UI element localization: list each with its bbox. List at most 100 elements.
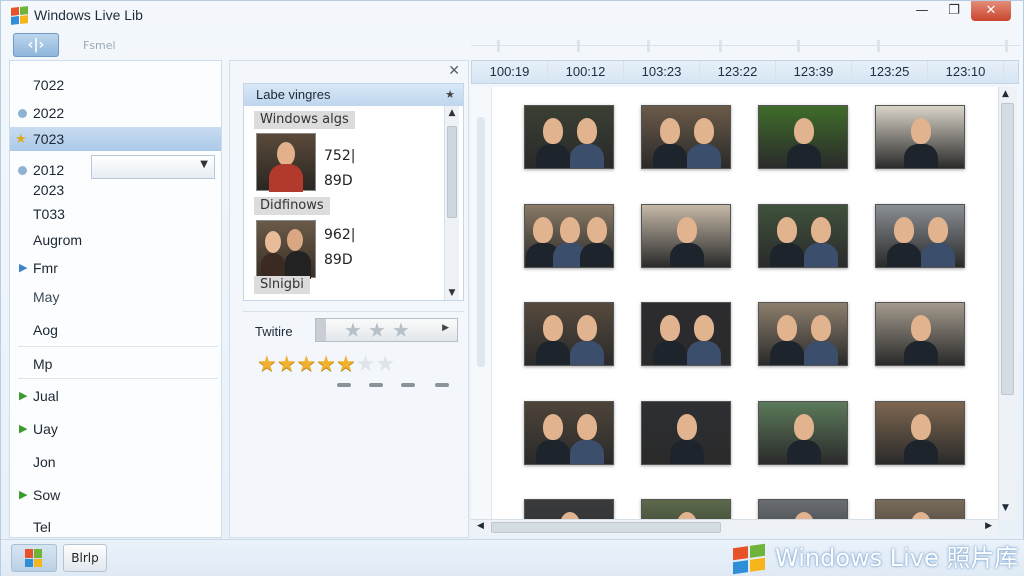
photo-thumbnail[interactable]	[524, 204, 614, 268]
photo-grid-hscrollbar[interactable]: ◀ ▶	[471, 519, 998, 535]
photo-thumbnail[interactable]	[641, 302, 731, 366]
group-label[interactable]: Slnigbi	[254, 276, 310, 294]
nav-dropdown[interactable]: ▼	[91, 155, 215, 179]
scroll-up-icon[interactable]: ▲	[1002, 89, 1009, 99]
nav-item[interactable]: Tel	[10, 515, 221, 537]
star-icon[interactable]: ★	[344, 319, 362, 341]
star-rating[interactable]: ★★★★★★★	[257, 352, 395, 377]
back-forward-button[interactable]: ‹|›	[13, 33, 59, 57]
nav-item-selected[interactable]: ★ 7023	[10, 127, 221, 151]
photo-thumbnail[interactable]	[641, 204, 731, 268]
photo-thumbnail[interactable]	[256, 220, 316, 279]
date-column[interactable]: 123:39	[776, 61, 852, 83]
star-icon[interactable]: ★	[277, 352, 297, 377]
star-icon[interactable]: ★	[368, 319, 386, 341]
date-column[interactable]: 123:22	[700, 61, 776, 83]
scroll-thumb[interactable]	[447, 126, 457, 218]
photo-grid-vscrollbar[interactable]: ▲ ▼	[998, 87, 1017, 519]
nav-item[interactable]: ▶ Sow	[10, 483, 221, 507]
photo-thumbnail[interactable]	[641, 105, 731, 169]
group-label[interactable]: Didfinows	[254, 197, 330, 215]
photo-thumbnail[interactable]	[524, 105, 614, 169]
scroll-right-icon[interactable]: ▶	[985, 521, 992, 531]
nav-item[interactable]: May	[10, 285, 221, 309]
star-icon[interactable]: ★	[392, 319, 410, 341]
photo-thumbnail[interactable]	[758, 204, 848, 268]
date-column[interactable]: 123:10	[928, 61, 1004, 83]
photo-thumbnail[interactable]	[524, 401, 614, 465]
arrow-right-icon[interactable]: ▶	[442, 323, 449, 333]
minus-icon[interactable]	[435, 383, 449, 387]
star-icon[interactable]: ★	[316, 352, 336, 377]
photo-thumbnail[interactable]	[875, 204, 965, 268]
rating-handle[interactable]	[316, 319, 326, 341]
star-icon[interactable]: ★	[336, 352, 356, 377]
scroll-down-icon[interactable]: ▼	[445, 286, 459, 300]
file-size: 752|	[324, 148, 356, 164]
nav-item[interactable]: T033	[10, 202, 221, 226]
scroll-down-icon[interactable]: ▼	[1002, 503, 1009, 513]
date-column[interactable]: 123:25	[852, 61, 928, 83]
nav-item[interactable]: ▶ Uay	[10, 417, 221, 441]
photo-thumbnail[interactable]	[875, 401, 965, 465]
rating-control[interactable]: ★ ★ ★ ▶	[315, 318, 458, 342]
nav-item[interactable]: Jon	[10, 450, 221, 474]
photo-thumbnail[interactable]	[641, 401, 731, 465]
photo-thumbnail[interactable]	[875, 105, 965, 169]
photo-thumbnail[interactable]	[758, 499, 848, 519]
bottom-button[interactable]: Blrlp	[63, 544, 107, 572]
minus-icon[interactable]	[401, 383, 415, 387]
nav-item[interactable]: 7022	[10, 73, 221, 97]
tag-list-title: Labe vingres	[256, 87, 331, 102]
ruler-tick	[719, 40, 722, 52]
file-date: 89D	[324, 252, 353, 268]
date-column[interactable]: 103:23	[624, 61, 700, 83]
nav-item[interactable]: ▶ Fmr	[10, 256, 221, 280]
maximize-button[interactable]: ❐	[939, 1, 969, 21]
photo-thumbnail[interactable]	[758, 401, 848, 465]
nav-item[interactable]: Aog	[10, 318, 221, 342]
photo-thumbnail[interactable]	[875, 302, 965, 366]
start-button[interactable]	[11, 544, 57, 572]
photo-thumbnail[interactable]	[758, 302, 848, 366]
photo-thumbnail[interactable]	[875, 499, 965, 519]
star-icon[interactable]: ★	[257, 352, 277, 377]
group-label[interactable]: Windows algs	[254, 111, 355, 129]
minus-icon[interactable]	[337, 383, 351, 387]
photo-thumbnail[interactable]	[641, 499, 731, 519]
date-column[interactable]: 100:19	[472, 61, 548, 83]
nav-item[interactable]: 2022	[10, 101, 221, 125]
photo-thumbnail[interactable]	[524, 302, 614, 366]
chevron-down-icon: ▼	[200, 159, 208, 170]
star-icon[interactable]: ★	[356, 352, 376, 377]
scroll-thumb[interactable]	[491, 522, 721, 533]
minus-icon[interactable]	[369, 383, 383, 387]
expand-arrow-icon[interactable]: ▶	[19, 483, 27, 507]
nav-item-label: 2022	[33, 105, 65, 121]
expand-arrow-icon[interactable]: ▶	[19, 417, 27, 441]
nav-item[interactable]: ▶ Jual	[10, 384, 221, 408]
date-column[interactable]: 100:12	[548, 61, 624, 83]
nav-item[interactable]: 2023	[10, 178, 221, 202]
date-header: 100:19 100:12 103:23 123:22 123:39 123:2…	[471, 60, 1019, 84]
scroll-left-icon[interactable]: ◀	[477, 521, 484, 531]
expand-arrow-icon[interactable]: ▶	[19, 384, 27, 408]
dot-icon	[18, 166, 27, 175]
minimize-button[interactable]: —	[907, 1, 937, 21]
star-icon[interactable]: ★	[375, 352, 395, 377]
pin-icon[interactable]: ★	[445, 84, 455, 106]
divider	[18, 346, 218, 347]
expand-arrow-icon[interactable]: ▶	[19, 256, 27, 280]
photo-thumbnail[interactable]	[256, 133, 316, 192]
close-button[interactable]: ✕	[971, 1, 1011, 21]
nav-item[interactable]: Augrom	[10, 228, 221, 252]
photo-thumbnail[interactable]	[758, 105, 848, 169]
scroll-thumb[interactable]	[1001, 103, 1014, 395]
star-icon[interactable]: ★	[296, 352, 316, 377]
close-pane-button[interactable]: ✕	[448, 63, 460, 79]
nav-item-label: 2012	[33, 162, 65, 178]
photo-thumbnail[interactable]	[524, 499, 614, 519]
nav-item[interactable]: Mp	[10, 352, 221, 376]
scroll-up-icon[interactable]: ▲	[445, 106, 459, 120]
tag-list-scrollbar[interactable]: ▲ ▼	[444, 106, 459, 300]
